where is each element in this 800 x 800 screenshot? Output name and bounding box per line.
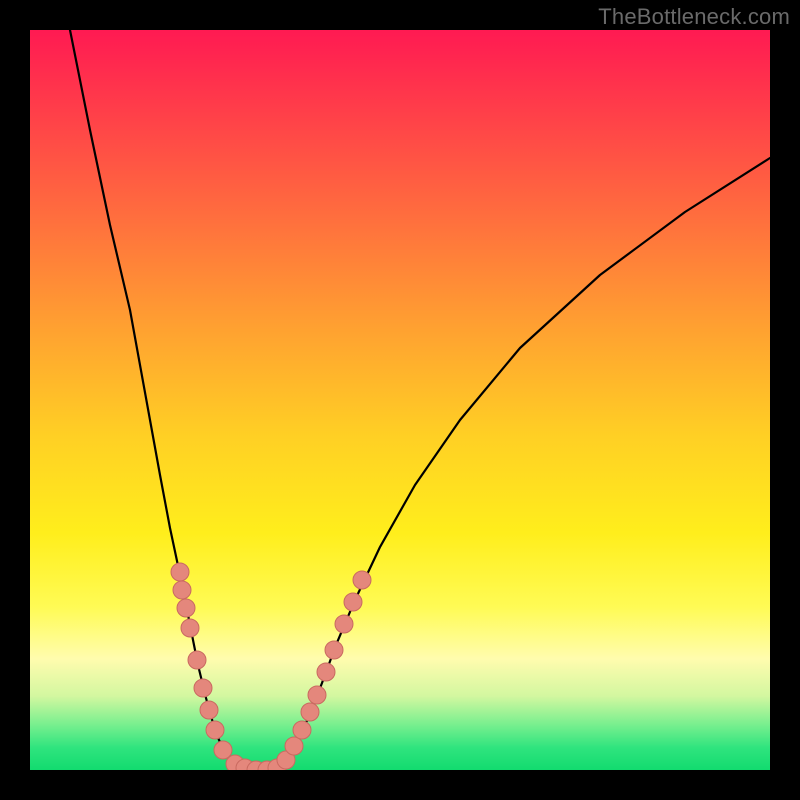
data-point: [194, 679, 212, 697]
plot-area: [30, 30, 770, 770]
data-point: [177, 599, 195, 617]
data-point: [285, 737, 303, 755]
data-point: [293, 721, 311, 739]
chart-svg: [30, 30, 770, 770]
data-point: [188, 651, 206, 669]
data-point: [308, 686, 326, 704]
data-point: [200, 701, 218, 719]
data-point: [344, 593, 362, 611]
data-point: [335, 615, 353, 633]
data-point: [206, 721, 224, 739]
data-point: [325, 641, 343, 659]
data-point: [181, 619, 199, 637]
data-point: [171, 563, 189, 581]
data-point: [353, 571, 371, 589]
watermark-text: TheBottleneck.com: [598, 4, 790, 30]
data-point: [317, 663, 335, 681]
data-point: [214, 741, 232, 759]
curve-segment: [70, 30, 770, 770]
data-point: [301, 703, 319, 721]
outer-frame: TheBottleneck.com: [0, 0, 800, 800]
data-point: [173, 581, 191, 599]
